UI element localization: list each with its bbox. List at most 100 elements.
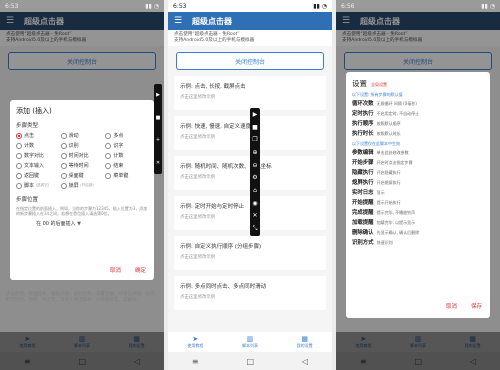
menu-icon[interactable]: ☰: [174, 16, 184, 26]
setting-value: 开启隐藏执行: [376, 170, 401, 175]
position-description: 在指定位置的前面插入，例如，当你的步骤为12345，插入位置为3，添加的新步骤插…: [16, 206, 148, 216]
stop-icon[interactable]: ■: [252, 124, 258, 131]
option-menu-key[interactable]: 菜单键: [105, 172, 148, 179]
radio-icon: [60, 152, 67, 159]
setting-timed-exec[interactable]: 定时执行 不启用定时, 不自动停止: [352, 110, 484, 118]
dialog-title: 添加 (插入): [16, 107, 52, 115]
option-number-compare[interactable]: 数字对比: [16, 152, 59, 159]
option-label: 结束: [113, 163, 124, 169]
option-label: 时间对比: [68, 153, 89, 159]
option-multi[interactable]: 多点: [105, 132, 148, 139]
sys-back-button[interactable]: ◁: [302, 357, 308, 366]
settings-dialog: 设置 全局设置 以下设置: 所有步骤的默认值 循环次数 无限循环 间隔 (0毫秒) …: [346, 72, 490, 318]
option-swipe[interactable]: 滑动: [60, 132, 104, 139]
chart-icon: ▥: [246, 335, 254, 343]
option-note: (选其它): [35, 183, 50, 187]
setting-load-reminder[interactable]: 加载提醒 加载完毕, 以提示显示: [352, 219, 484, 227]
floating-toolbar-mini: ▶ ■ + ✕: [154, 84, 162, 174]
radio-icon: [60, 172, 67, 179]
list-item-sub: 点击这里修改示例: [180, 295, 216, 300]
radio-icon: [16, 142, 22, 149]
setting-value: 快速识别: [376, 240, 393, 245]
list-item[interactable]: 示例: 点击, 长按, 截屏点击 点击这里修改示例: [174, 76, 326, 110]
option-wait[interactable]: 等待时间: [60, 162, 104, 169]
nav-scripts[interactable]: ▥ 脚本列表: [242, 335, 258, 349]
settings-icon[interactable]: ⚙: [252, 174, 257, 181]
close-console-button[interactable]: 关闭控制台: [176, 52, 324, 70]
setting-start-reminder[interactable]: 开始提醒 提示开始执行: [352, 199, 484, 207]
option-time-compare[interactable]: 时间对比: [60, 152, 104, 159]
status-time: 6:53: [5, 2, 19, 10]
nav-tutorial[interactable]: ➤ 使用教程: [187, 335, 203, 349]
status-time: 6:56: [341, 2, 355, 10]
setting-recognize-mode[interactable]: 识别方式 快速识别: [352, 239, 484, 247]
radio-icon: [105, 172, 112, 179]
setting-value: 开启熄屏执行: [376, 180, 401, 185]
cancel-button[interactable]: 取消: [110, 266, 121, 274]
save-button[interactable]: 保存: [471, 302, 482, 310]
setting-finish-reminder[interactable]: 完成提醒 提示完毕, 不播放铃声: [352, 209, 484, 217]
option-end[interactable]: 结束: [105, 162, 148, 169]
option-label: 点击: [24, 133, 35, 139]
nav-settings[interactable]: ▦ 我的设置: [297, 335, 313, 349]
add-icon[interactable]: ⊕: [252, 149, 257, 156]
radio-selected-icon: [16, 132, 22, 139]
setting-exec-duration[interactable]: 执行时长 按照默认时长: [352, 130, 484, 138]
setting-key: 执行顺序: [352, 121, 374, 127]
ok-button[interactable]: 确定: [135, 266, 146, 274]
option-count[interactable]: 计数: [16, 142, 59, 149]
setting-value: 按照默认顺序: [376, 121, 401, 126]
list-item-sub: 点击这里修改示例: [180, 255, 216, 260]
nav-label: 我的设置: [296, 343, 313, 348]
option-back-key[interactable]: 返回键: [16, 172, 59, 179]
close-icon[interactable]: ✕: [156, 160, 160, 166]
setting-loop-count[interactable]: 循环次数 无限循环 间隔 (0毫秒): [352, 100, 484, 108]
radio-icon: [60, 142, 67, 149]
stop-icon[interactable]: ■: [156, 115, 161, 121]
copy-icon[interactable]: ❐: [252, 136, 257, 143]
step-type-options: 点击 滑动 多点 计数 识别 识字 数字对比 时间对比 计数 文本输入 等待时间…: [16, 132, 148, 189]
setting-value: 单击此处修改参数: [376, 150, 409, 155]
setting-exec-order[interactable]: 执行顺序 按照默认顺序: [352, 120, 484, 128]
sys-menu-button[interactable]: ≡: [192, 357, 199, 366]
cancel-button[interactable]: 取消: [446, 302, 457, 310]
collapse-icon[interactable]: ⤡: [253, 225, 258, 233]
setting-value: 无限循环 间隔 (0毫秒): [376, 101, 417, 106]
setting-key: 开始步骤: [352, 160, 374, 166]
setting-hidden-exec[interactable]: 隐藏执行 开启隐藏执行: [352, 169, 484, 177]
list-item[interactable]: 示例: 自定义执行顺序 (分组步骤) 点击这里修改示例: [174, 236, 326, 270]
play-icon[interactable]: ▶: [253, 111, 258, 118]
option-ocr[interactable]: 识字: [105, 142, 148, 149]
settings-title-text: 设置: [352, 79, 367, 88]
list-item-title: 示例: 点击, 长按, 截屏点击: [180, 84, 246, 90]
eye-icon[interactable]: ◉: [252, 200, 257, 207]
option-click[interactable]: 点击: [16, 132, 59, 139]
home-icon[interactable]: ⌂: [253, 187, 257, 194]
option-counter[interactable]: 计数: [105, 152, 148, 159]
option-home-key[interactable]: 桌面键: [60, 172, 104, 179]
setting-key: 定时执行: [352, 111, 374, 117]
setting-param-edit[interactable]: 参数编辑 单击此处修改参数: [352, 149, 484, 157]
option-lock[interactable]: 锁屏 (开启锁): [60, 182, 104, 189]
setting-start-step[interactable]: 开始步骤 开启时点击指定步骤: [352, 159, 484, 167]
option-label: 文本输入: [24, 163, 45, 169]
setting-screen-off-exec[interactable]: 熄屏执行 开启熄屏执行: [352, 179, 484, 187]
option-label: 返回键: [24, 173, 40, 179]
setting-delete-confirm[interactable]: 删除确认 先显示确认, 确认后删除: [352, 229, 484, 237]
play-icon[interactable]: ▶: [156, 92, 160, 98]
phone-panel-settings-dialog: 6:56 ▮▮ ◔ ☰ 超级点击器 点击使用“超级点击器 - 免Root” 支持…: [336, 0, 500, 370]
setting-key: 参数编辑: [352, 150, 374, 156]
setting-value: 加载完毕, 以提示显示: [376, 220, 416, 225]
setting-realtime-log[interactable]: 实时日志 显示: [352, 189, 484, 197]
option-text-input[interactable]: 文本输入: [16, 162, 59, 169]
add-icon[interactable]: +: [156, 137, 160, 143]
position-dropdown[interactable]: 在 00 的后面插入 ▼: [36, 220, 148, 227]
list-item[interactable]: 示例: 多点同时点击、多点同时滑动 点击这里修改示例: [174, 276, 326, 310]
sys-home-button[interactable]: □: [246, 357, 254, 366]
setting-key: 加载提醒: [352, 220, 374, 226]
remove-icon[interactable]: ⊖: [252, 162, 257, 169]
close-icon[interactable]: ✕: [252, 212, 257, 219]
setting-key: 执行时长: [352, 131, 374, 137]
option-script[interactable]: 脚本 (选其它): [16, 182, 59, 189]
option-recognize[interactable]: 识别: [60, 142, 104, 149]
